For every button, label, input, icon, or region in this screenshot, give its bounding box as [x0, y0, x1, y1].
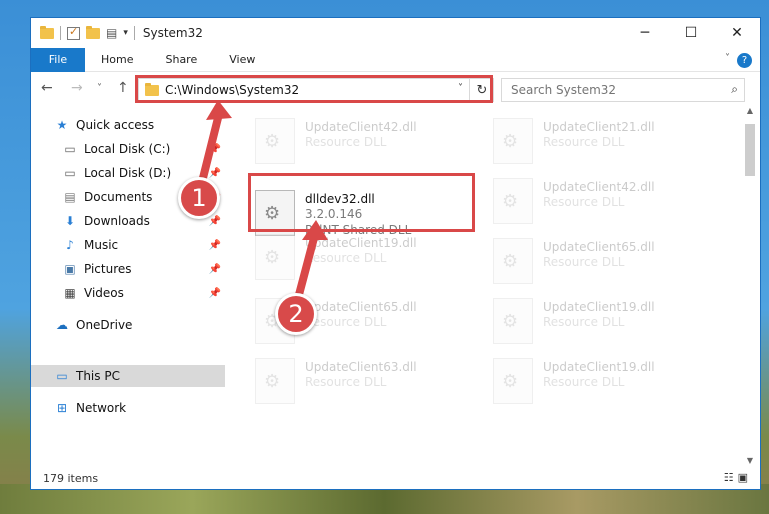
arrow-1-head	[206, 100, 232, 120]
arrow-2-head	[302, 220, 328, 240]
step-2-badge: 2	[275, 293, 317, 335]
step-1-badge: 1	[178, 177, 220, 219]
annotation-arrows	[196, 100, 328, 310]
